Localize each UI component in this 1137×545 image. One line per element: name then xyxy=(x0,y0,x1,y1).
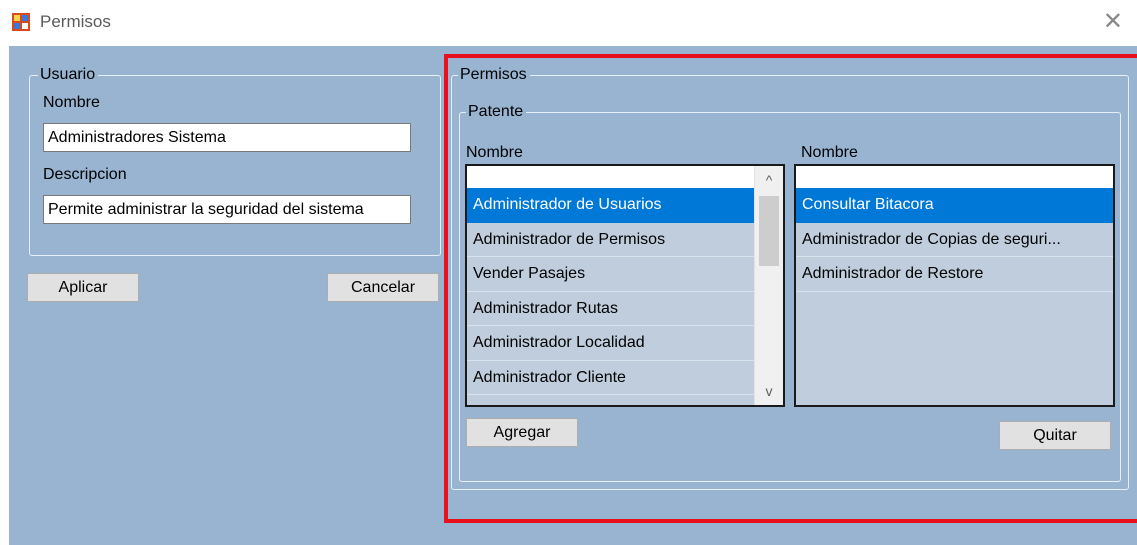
descripcion-label: Descripcion xyxy=(43,166,127,183)
nombre-field[interactable]: Administradores Sistema xyxy=(43,123,411,152)
cancelar-button[interactable]: Cancelar xyxy=(327,273,439,302)
highlight-frame xyxy=(444,54,1137,523)
title-bar: Permisos ✕ xyxy=(0,0,1137,46)
nombre-label: Nombre xyxy=(43,94,100,111)
app-window-icon xyxy=(12,13,30,31)
window-title: Permisos xyxy=(40,12,111,31)
close-icon[interactable]: ✕ xyxy=(1103,8,1123,36)
usuario-group-label: Usuario xyxy=(38,66,99,84)
descripcion-field[interactable]: Permite administrar la seguridad del sis… xyxy=(43,195,411,224)
aplicar-button[interactable]: Aplicar xyxy=(27,273,139,302)
